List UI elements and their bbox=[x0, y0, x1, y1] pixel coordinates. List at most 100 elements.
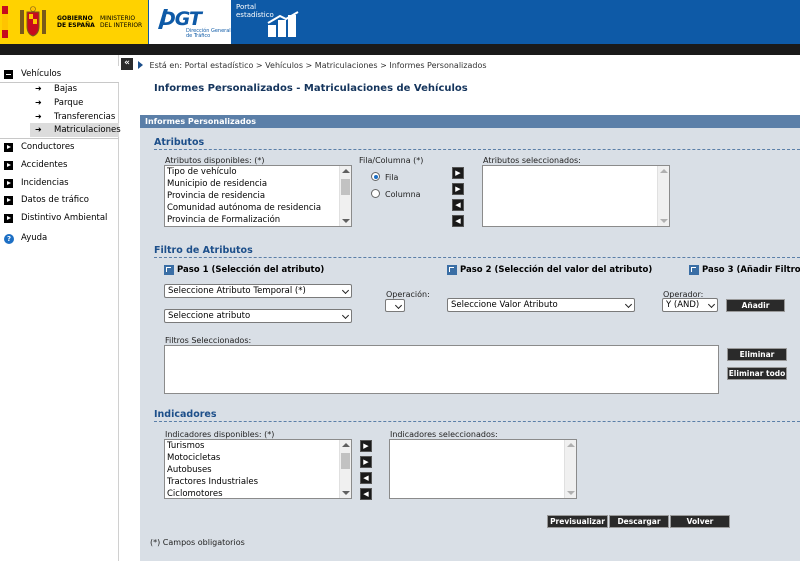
indicadores-seleccionados-label: Indicadores seleccionados: bbox=[390, 430, 498, 439]
sidebar-subitem-transferencias[interactable]: ➜ Transferencias bbox=[30, 110, 119, 124]
list-item[interactable]: Ciclomotores bbox=[165, 488, 351, 498]
move-all-left-button[interactable]: ◀ bbox=[452, 199, 464, 211]
coat-of-arms-icon bbox=[20, 6, 46, 37]
section-divider bbox=[154, 257, 800, 258]
section-title-indicadores: Indicadores bbox=[154, 409, 217, 420]
valor-atributo-select[interactable]: Seleccione Valor Atributo bbox=[447, 298, 635, 312]
list-item[interactable]: Comunidad autónoma de residencia bbox=[165, 202, 351, 214]
sidebar-item-incidencias[interactable]: Incidencias bbox=[0, 175, 119, 192]
list-item[interactable]: Tractores Industriales bbox=[165, 476, 351, 488]
breadcrumb-link-portal[interactable]: Portal estadístico bbox=[185, 61, 254, 70]
step1-label: Paso 1 (Selección del atributo) bbox=[177, 265, 325, 275]
chevron-down-icon bbox=[394, 301, 403, 310]
sidebar-item-distintivo-ambiental[interactable]: Distintivo Ambiental bbox=[0, 210, 119, 227]
indicadores-disponibles-list[interactable]: Turismos Motocicletas Autobuses Tractore… bbox=[164, 439, 352, 499]
dgt-logo[interactable]: DGT bbox=[160, 8, 202, 30]
breadcrumb-link-vehiculos[interactable]: Vehículos bbox=[265, 61, 303, 70]
scrollbar[interactable] bbox=[339, 166, 351, 226]
gov-logo-box: GOBIERNO DE ESPAÑA MINISTERIO DEL INTERI… bbox=[0, 0, 148, 44]
expand-icon bbox=[4, 214, 13, 223]
arrow-right-icon: ➜ bbox=[35, 98, 42, 107]
indicador-move-all-right-button[interactable]: ▶ bbox=[360, 456, 372, 468]
columna-label: Columna bbox=[385, 190, 421, 199]
indicador-move-right-button[interactable]: ▶ bbox=[360, 440, 372, 452]
fila-label: Fila bbox=[385, 173, 399, 182]
sidebar-item-conductores[interactable]: Conductores bbox=[0, 139, 119, 156]
atributo-temporal-select[interactable]: Seleccione Atributo Temporal (*) bbox=[164, 284, 352, 298]
scrollbar[interactable] bbox=[657, 166, 669, 226]
indicador-move-left-button[interactable]: ◀ bbox=[360, 488, 372, 500]
list-item[interactable]: Motocicletas bbox=[165, 452, 351, 464]
sidebar-item-accidentes[interactable]: Accidentes bbox=[0, 157, 119, 174]
help-icon: ? bbox=[4, 234, 14, 244]
expand-icon bbox=[4, 161, 13, 170]
top-header: GOBIERNO DE ESPAÑA MINISTERIO DEL INTERI… bbox=[0, 0, 800, 44]
arrow-right-icon: ➜ bbox=[35, 125, 42, 134]
list-item[interactable]: Turismos bbox=[165, 440, 351, 452]
sidebar-subitem-matriculaciones[interactable]: ➜ Matriculaciones bbox=[30, 123, 121, 137]
eliminar-todo-button[interactable]: Eliminar todo bbox=[727, 367, 787, 380]
columna-radio[interactable] bbox=[371, 189, 380, 198]
chevron-down-icon bbox=[624, 300, 633, 309]
sidebar-item-ayuda[interactable]: ? Ayuda bbox=[0, 230, 119, 247]
step2-arrow-icon bbox=[447, 265, 457, 275]
indicador-move-all-left-button[interactable]: ◀ bbox=[360, 472, 372, 484]
list-item[interactable]: Autobuses bbox=[165, 464, 351, 476]
sidebar-item-label: Vehículos bbox=[21, 69, 62, 79]
list-item[interactable]: Provincia de residencia bbox=[165, 190, 351, 202]
sidebar-subitem-bajas[interactable]: ➜ Bajas bbox=[30, 82, 119, 96]
atributos-seleccionados-list[interactable] bbox=[482, 165, 670, 227]
move-right-button[interactable]: ▶ bbox=[452, 167, 464, 179]
scrollbar[interactable] bbox=[564, 440, 576, 498]
list-item[interactable]: Provincia de Formalización bbox=[165, 214, 351, 226]
atributo-select[interactable]: Seleccione atributo bbox=[164, 309, 352, 323]
operacion-label: Operación: bbox=[386, 290, 430, 299]
breadcrumb: Está en: Portal estadístico > Vehículos … bbox=[138, 61, 487, 70]
chevron-down-icon bbox=[707, 300, 716, 309]
eliminar-button[interactable]: Eliminar bbox=[727, 348, 787, 361]
atributos-disponibles-list[interactable]: Tipo de vehículo Municipio de residencia… bbox=[164, 165, 352, 227]
anadir-button[interactable]: Añadir bbox=[726, 299, 785, 312]
volver-button[interactable]: Volver bbox=[670, 515, 730, 528]
sidebar-item-datos-trafico[interactable]: Datos de tráfico bbox=[0, 192, 119, 209]
sidebar-subitem-parque[interactable]: ➜ Parque bbox=[30, 96, 119, 110]
sidebar-item-vehiculos[interactable]: Vehículos bbox=[0, 66, 119, 83]
arrow-right-icon: ➜ bbox=[35, 112, 42, 121]
step2-label: Paso 2 (Selección del valor del atributo… bbox=[460, 265, 653, 275]
indicadores-seleccionados-list[interactable] bbox=[389, 439, 577, 499]
arrow-right-icon: ➜ bbox=[35, 84, 42, 93]
gov-label: GOBIERNO DE ESPAÑA bbox=[57, 15, 95, 29]
list-item[interactable]: Municipio de residencia bbox=[165, 178, 351, 190]
sidebar: Vehículos ➜ Bajas ➜ Parque ➜ Transferenc… bbox=[0, 55, 121, 561]
spain-flag-icon bbox=[2, 6, 8, 38]
section-title-atributos: Atributos bbox=[154, 137, 205, 148]
operador-select[interactable]: Y (AND) bbox=[662, 298, 718, 312]
fila-radio[interactable] bbox=[371, 172, 380, 181]
chevron-down-icon bbox=[341, 286, 350, 295]
breadcrumb-link-matriculaciones[interactable]: Matriculaciones bbox=[315, 61, 378, 70]
breadcrumb-arrow-icon bbox=[138, 61, 143, 69]
atributos-disponibles-label: Atributos disponibles: (*) bbox=[165, 156, 265, 165]
section-divider bbox=[154, 421, 800, 422]
bar-chart-icon bbox=[267, 11, 299, 37]
move-left-button[interactable]: ◀ bbox=[452, 215, 464, 227]
indicadores-disponibles-label: Indicadores disponibles: (*) bbox=[165, 430, 275, 439]
section-divider bbox=[154, 149, 800, 150]
operacion-select[interactable] bbox=[385, 299, 405, 312]
section-title-filtro: Filtro de Atributos bbox=[154, 245, 253, 256]
move-all-right-button[interactable]: ▶ bbox=[452, 183, 464, 195]
collapse-sidebar-button[interactable]: « bbox=[121, 58, 133, 70]
scrollbar[interactable] bbox=[339, 440, 351, 498]
expand-icon bbox=[4, 179, 13, 188]
header-divider bbox=[0, 44, 800, 55]
breadcrumb-current: Informes Personalizados bbox=[389, 61, 487, 70]
list-item[interactable]: Tipo de vehículo bbox=[165, 166, 351, 178]
fila-columna-label: Fila/Columna (*) bbox=[359, 156, 424, 165]
filtros-seleccionados-box[interactable] bbox=[164, 345, 719, 394]
descargar-button[interactable]: Descargar bbox=[609, 515, 669, 528]
expand-icon bbox=[4, 143, 13, 152]
previsualizar-button[interactable]: Previsualizar bbox=[547, 515, 608, 528]
collapse-icon bbox=[4, 70, 13, 79]
atributos-seleccionados-label: Atributos seleccionados: bbox=[483, 156, 581, 165]
chevron-down-icon bbox=[341, 311, 350, 320]
